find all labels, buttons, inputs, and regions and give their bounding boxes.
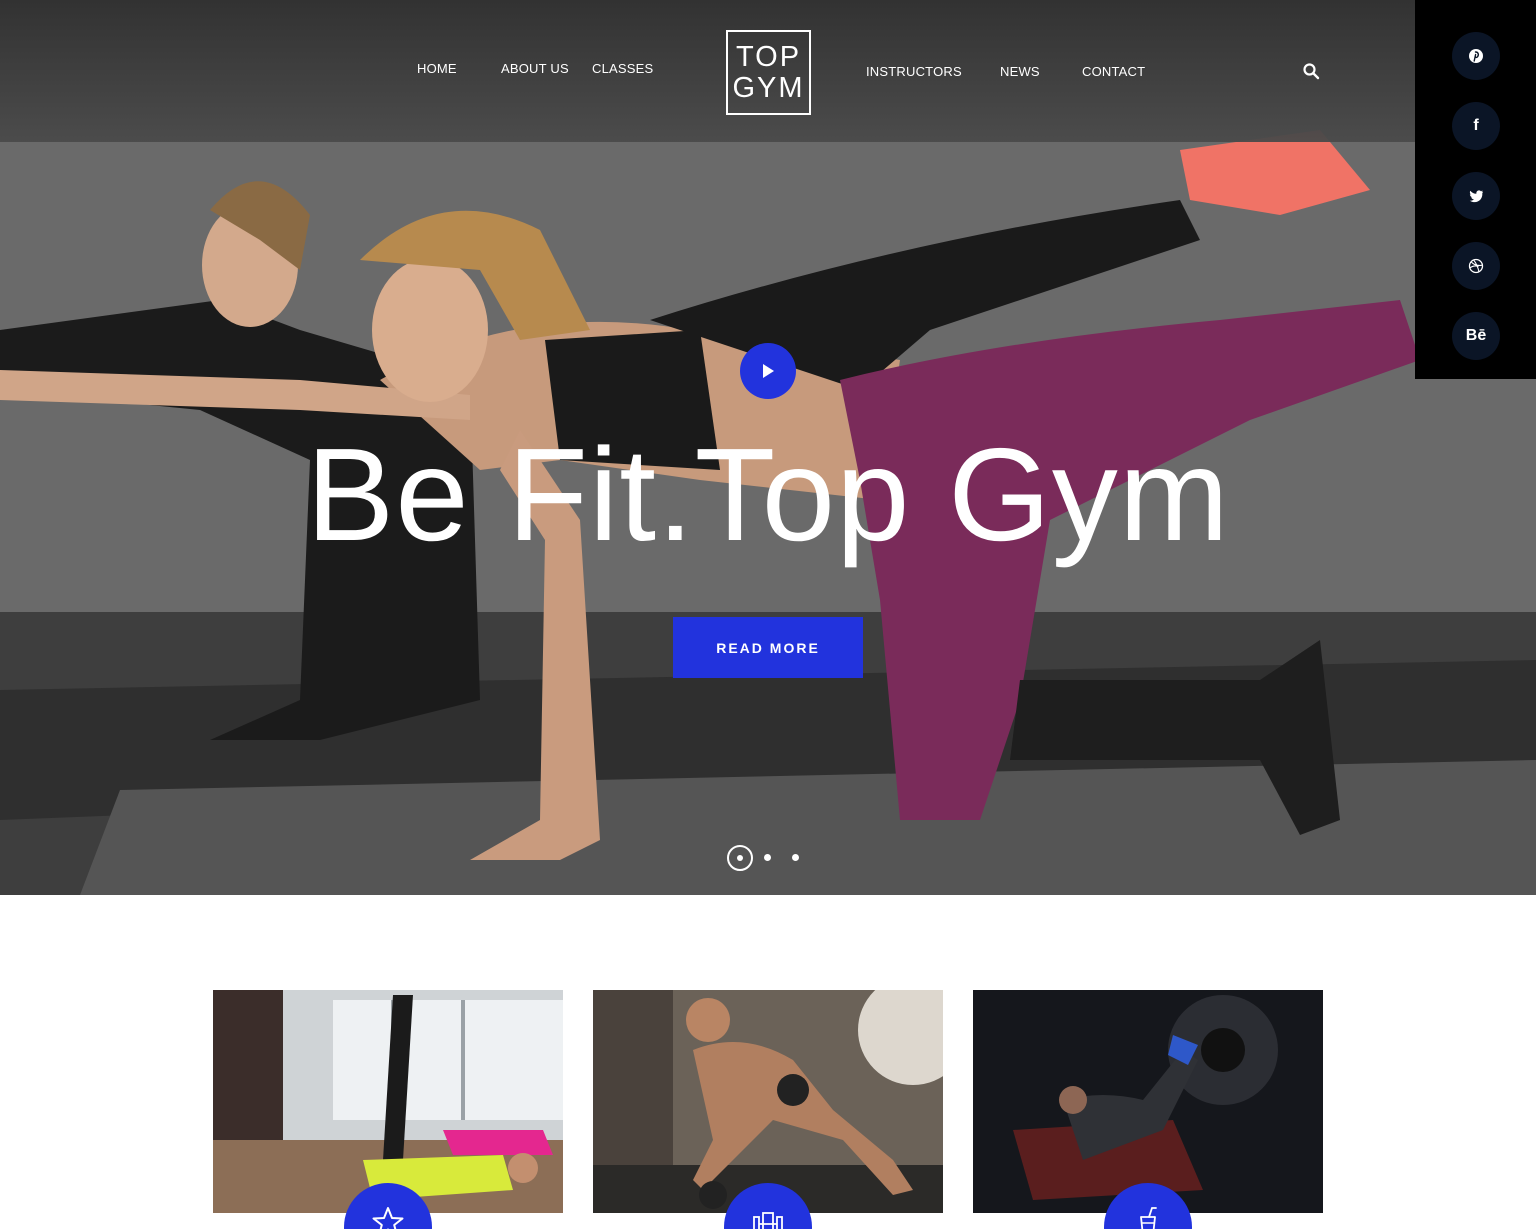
dumbbell-pushup-photo xyxy=(593,990,943,1213)
nav-about-us[interactable]: ABOUT US xyxy=(501,61,569,76)
nav-home[interactable]: HOME xyxy=(417,61,457,76)
facebook-button[interactable]: f xyxy=(1452,102,1500,150)
pinterest-icon xyxy=(1469,49,1483,63)
behance-icon: Bē xyxy=(1465,327,1487,344)
play-icon xyxy=(763,364,774,378)
page: HOME ABOUT US CLASSES TOP GYM INSTRUCTOR… xyxy=(0,0,1536,1229)
social-sidebar: f Bē xyxy=(1415,0,1536,379)
logo-line-gym: GYM xyxy=(732,71,805,104)
search-icon[interactable] xyxy=(1302,62,1320,80)
feature-card-3[interactable] xyxy=(973,990,1323,1213)
twitter-icon xyxy=(1469,190,1483,203)
leg-press-photo xyxy=(973,990,1323,1213)
play-video-button[interactable] xyxy=(740,343,796,399)
nav-contact[interactable]: CONTACT xyxy=(1082,64,1145,79)
hero-slider: HOME ABOUT US CLASSES TOP GYM INSTRUCTOR… xyxy=(0,0,1536,895)
facebook-icon: f xyxy=(1473,117,1479,134)
dribbble-button[interactable] xyxy=(1452,242,1500,290)
hero-title: Be Fit.Top Gym xyxy=(306,421,1230,568)
logo-line-top: TOP xyxy=(735,40,802,73)
pilates-reformer-photo xyxy=(213,990,563,1213)
site-logo[interactable]: TOP GYM xyxy=(726,30,811,115)
star-icon xyxy=(372,1207,404,1229)
drink-cup-icon xyxy=(1140,1207,1157,1229)
nav-classes[interactable]: CLASSES xyxy=(592,61,653,76)
dribbble-icon xyxy=(1468,258,1484,274)
pinterest-button[interactable] xyxy=(1452,32,1500,80)
slider-dot-2[interactable] xyxy=(764,854,771,861)
behance-button[interactable]: Bē xyxy=(1452,312,1500,360)
feature-card-2[interactable] xyxy=(593,990,943,1213)
nav-instructors[interactable]: INSTRUCTORS xyxy=(866,64,962,79)
slider-dot-1[interactable] xyxy=(727,845,753,871)
feature-card-1[interactable] xyxy=(213,990,563,1213)
slider-dot-3[interactable] xyxy=(792,854,799,861)
read-more-button[interactable]: READ MORE xyxy=(673,617,863,678)
nav-news[interactable]: NEWS xyxy=(1000,64,1040,79)
twitter-button[interactable] xyxy=(1452,172,1500,220)
gym-equipment-icon xyxy=(753,1212,783,1229)
